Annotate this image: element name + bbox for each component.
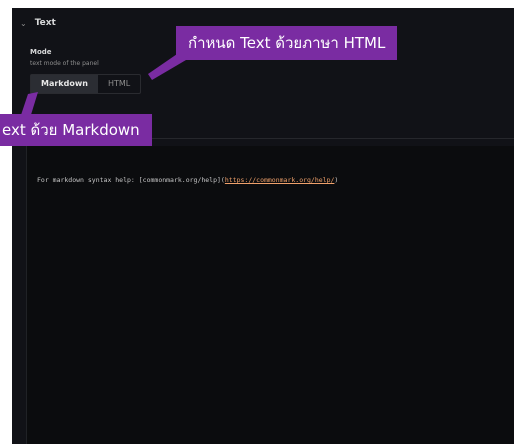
- callout-html: กำหนด Text ด้วยภาษา HTML: [176, 26, 398, 60]
- callout-pointers: [20, 52, 186, 118]
- callout-markdown: ext ด้วย Markdown: [0, 114, 152, 146]
